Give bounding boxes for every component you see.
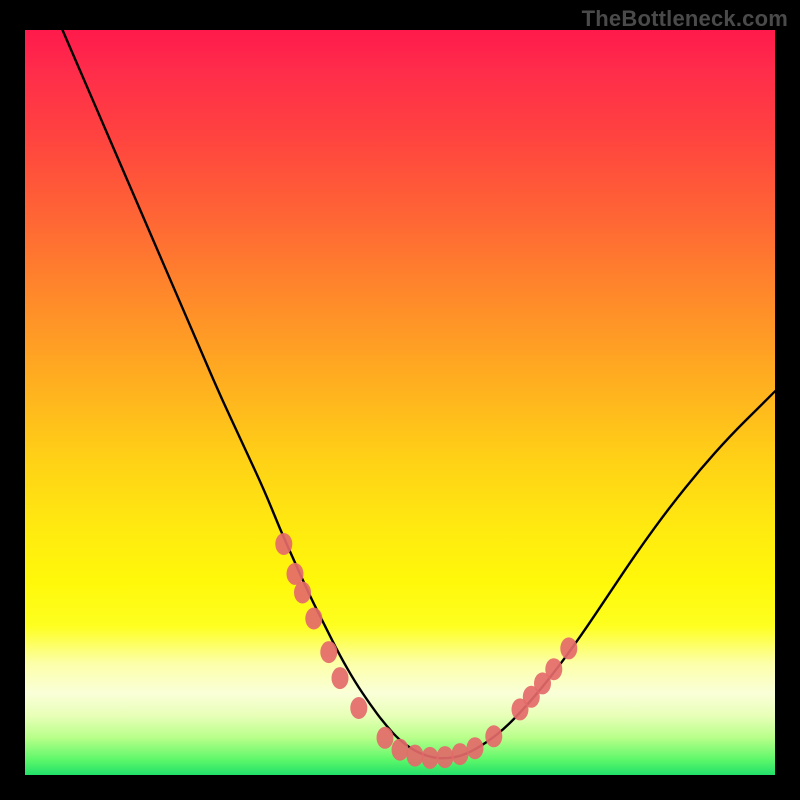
- curve-marker: [350, 697, 367, 719]
- curve-marker: [467, 737, 484, 759]
- curve-marker: [392, 739, 409, 761]
- curve-marker: [320, 641, 337, 663]
- curve-markers: [275, 533, 577, 769]
- chart-svg: [25, 30, 775, 775]
- chart-plot-area: [25, 30, 775, 775]
- curve-marker: [407, 745, 424, 767]
- curve-marker: [332, 667, 349, 689]
- curve-marker: [275, 533, 292, 555]
- chart-frame: TheBottleneck.com: [0, 0, 800, 800]
- bottleneck-curve-line: [63, 30, 776, 758]
- curve-marker: [294, 582, 311, 604]
- curve-marker: [305, 608, 322, 630]
- curve-marker: [545, 658, 562, 680]
- watermark-text: TheBottleneck.com: [582, 6, 788, 32]
- curve-marker: [422, 747, 439, 769]
- curve-marker: [560, 637, 577, 659]
- curve-marker: [377, 727, 394, 749]
- curve-marker: [485, 725, 502, 747]
- curve-marker: [287, 563, 304, 585]
- curve-marker: [452, 743, 469, 765]
- curve-marker: [437, 746, 454, 768]
